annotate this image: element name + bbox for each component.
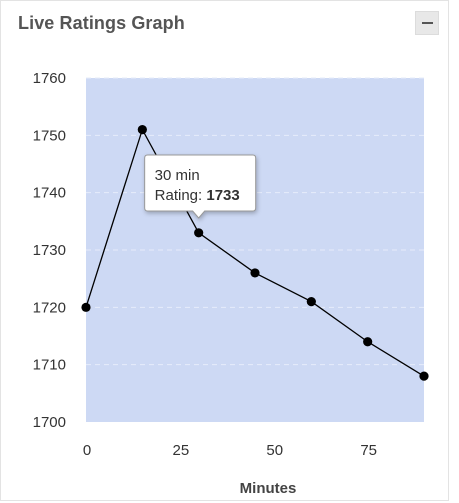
data-point[interactable]: [363, 337, 373, 347]
data-point[interactable]: [419, 371, 429, 381]
y-tick-label: 1730: [33, 242, 66, 259]
y-tick-label: 1710: [33, 357, 66, 374]
tooltip-rating-label: Rating:: [155, 187, 207, 204]
y-axis-ticks: 1700 1710 1720 1730 1740 1750 1760: [33, 70, 66, 431]
y-tick-label: 1760: [33, 70, 66, 87]
x-tick-label: 0: [83, 442, 91, 459]
ratings-chart: 1700 1710 1720 1730 1740 1750 1760 0 25 50 75 Min…: [33, 70, 429, 497]
x-tick-label: 50: [266, 442, 283, 459]
y-tick-label: 1750: [33, 127, 66, 144]
data-point[interactable]: [137, 125, 147, 135]
data-point[interactable]: [306, 297, 316, 307]
y-tick-label: 1720: [33, 299, 66, 316]
tooltip-rating: Rating: 1733: [155, 187, 240, 204]
y-tick-label: 1740: [33, 185, 66, 202]
data-point[interactable]: [194, 228, 204, 238]
tooltip: 30 min Rating: 1733: [144, 154, 257, 219]
tooltip-rating-value: 1733: [206, 187, 239, 204]
tooltip-title: 30 min: [155, 167, 200, 184]
x-axis-label: Minutes: [240, 480, 297, 497]
x-tick-label: 75: [360, 442, 377, 459]
data-point[interactable]: [81, 302, 91, 312]
x-axis-ticks: 0 25 50 75: [83, 442, 377, 459]
x-tick-label: 25: [173, 442, 190, 459]
data-point[interactable]: [250, 268, 260, 278]
y-tick-label: 1700: [33, 414, 66, 431]
plot-area: [86, 78, 424, 422]
